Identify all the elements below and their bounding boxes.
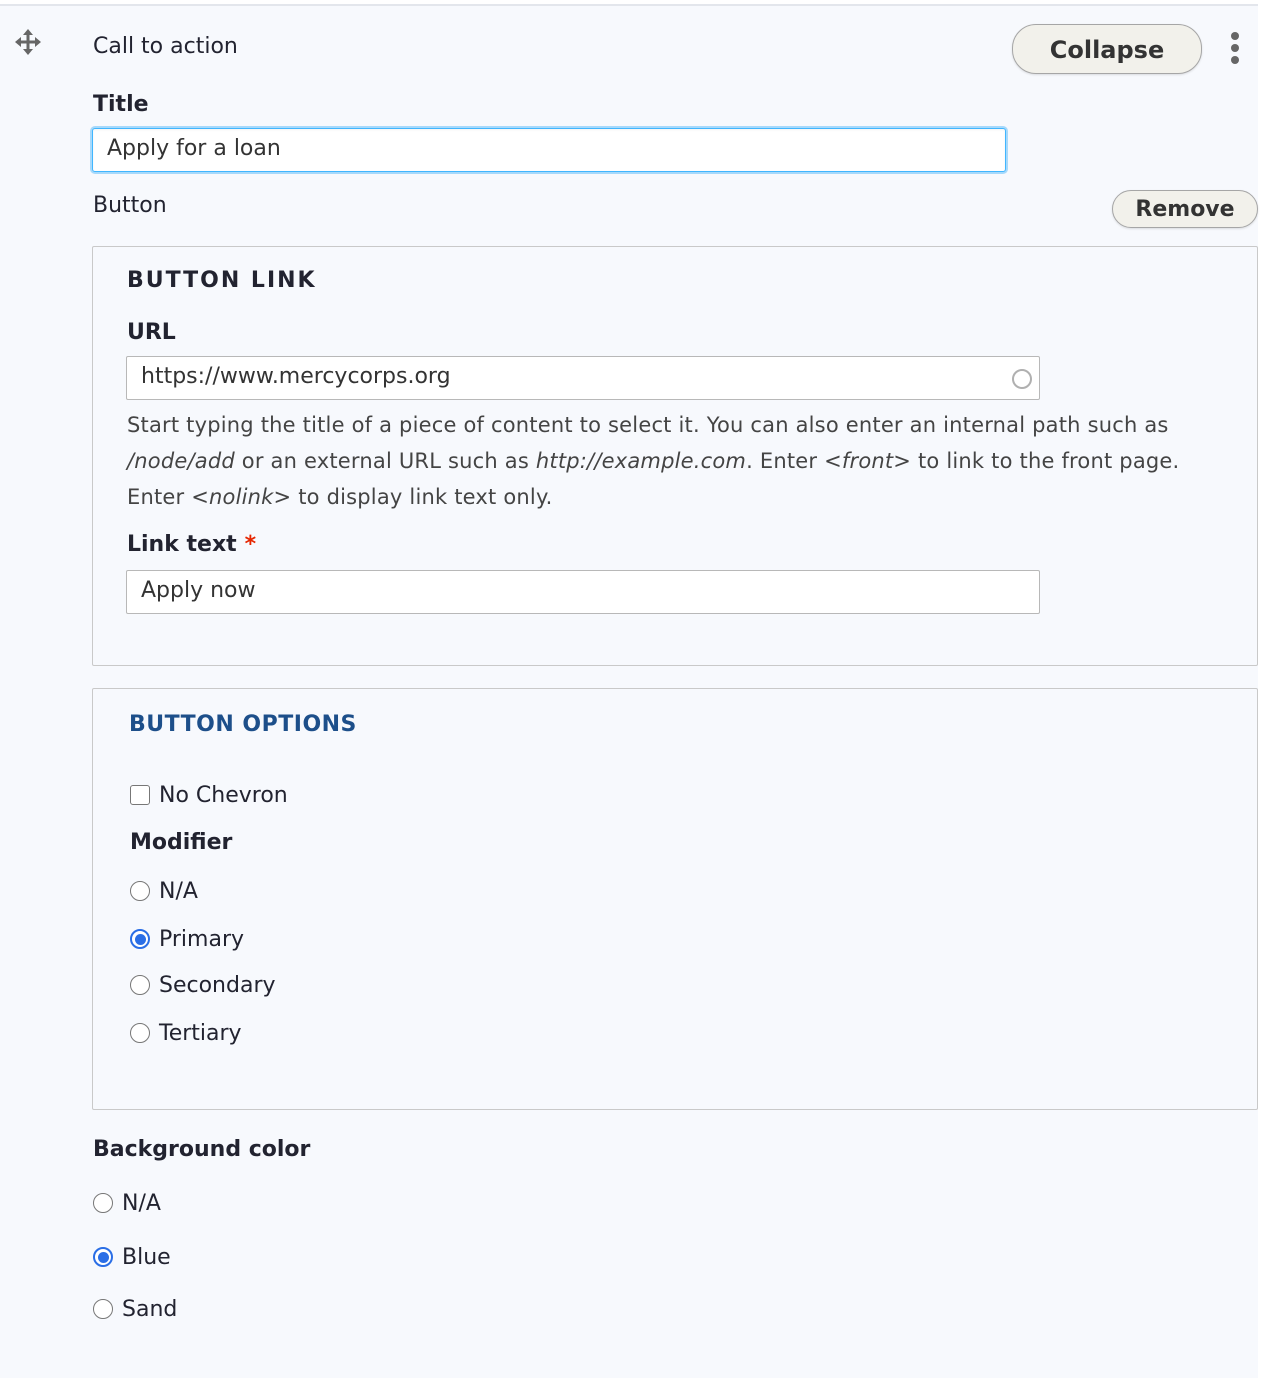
required-marker: * <box>244 532 257 557</box>
background-color-radio[interactable] <box>93 1247 113 1267</box>
collapse-button[interactable]: Collapse <box>1012 24 1202 74</box>
modifier-option-label[interactable]: Secondary <box>159 973 276 998</box>
background-color-option-label[interactable]: N/A <box>122 1191 161 1216</box>
button-options-fieldset <box>92 688 1258 1110</box>
url-input[interactable]: https://www.mercycorps.org <box>126 356 1040 400</box>
modifier-option-label[interactable]: N/A <box>159 879 198 904</box>
move-icon[interactable] <box>14 28 42 56</box>
no-chevron-label[interactable]: No Chevron <box>159 783 288 808</box>
link-text-input[interactable]: Apply now <box>126 570 1040 614</box>
modifier-option-label[interactable]: Primary <box>159 927 244 952</box>
button-section-label: Button <box>93 193 167 218</box>
title-label: Title <box>93 92 149 117</box>
modifier-radio[interactable] <box>130 881 150 901</box>
modifier-radio[interactable] <box>130 975 150 995</box>
link-text-label: Link text * <box>127 532 257 557</box>
remove-button[interactable]: Remove <box>1112 190 1258 228</box>
background-color-radio[interactable] <box>93 1193 113 1213</box>
background-color-radio[interactable] <box>93 1299 113 1319</box>
url-label: URL <box>127 320 176 345</box>
button-link-legend: BUTTON LINK <box>127 268 317 293</box>
background-color-label: Background color <box>93 1137 311 1162</box>
button-options-legend[interactable]: BUTTON OPTIONS <box>129 712 357 737</box>
autocomplete-icon <box>1012 369 1032 389</box>
no-chevron-checkbox[interactable] <box>130 785 150 805</box>
background-color-option-label[interactable]: Blue <box>122 1245 171 1270</box>
modifier-label: Modifier <box>130 830 233 855</box>
kebab-menu-icon[interactable] <box>1228 32 1242 68</box>
modifier-radio[interactable] <box>130 929 150 949</box>
modifier-radio[interactable] <box>130 1023 150 1043</box>
modifier-option-label[interactable]: Tertiary <box>159 1021 242 1046</box>
paragraph-type-label: Call to action <box>93 34 238 59</box>
background-color-option-label[interactable]: Sand <box>122 1297 177 1322</box>
title-input[interactable]: Apply for a loan <box>92 128 1006 172</box>
url-description: Start typing the title of a piece of con… <box>127 413 1180 509</box>
